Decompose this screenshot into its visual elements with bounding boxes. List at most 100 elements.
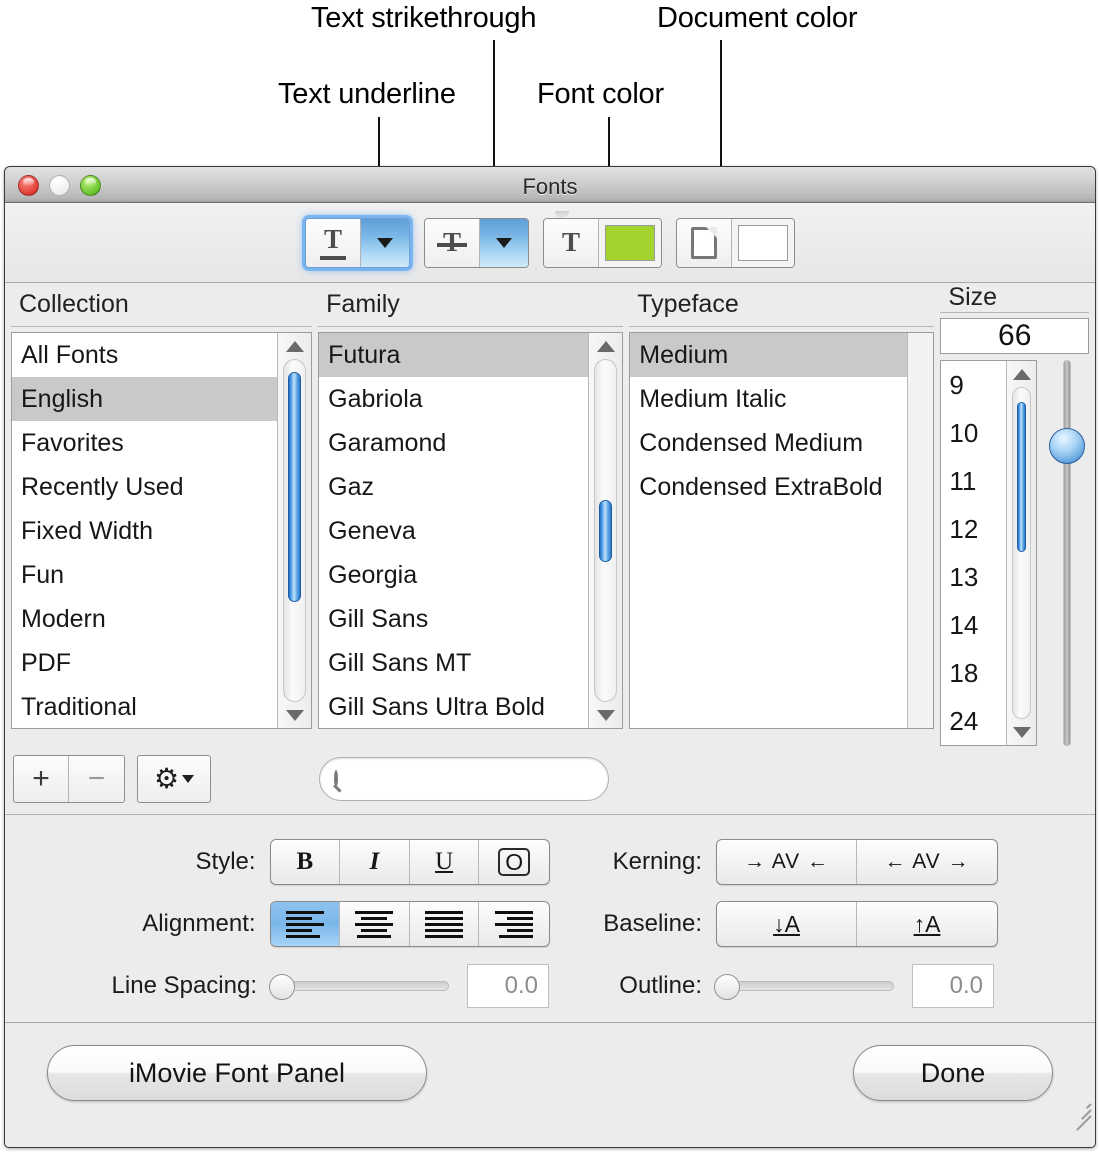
size-list-item[interactable]: 13 [941, 553, 1006, 601]
collection-scrollbar[interactable] [277, 333, 312, 728]
baseline-lower-button[interactable]: ↓A [717, 902, 857, 946]
typeface-list-item[interactable]: Medium [630, 333, 908, 377]
kerning-button-group[interactable]: → AV ← ← AV → [716, 839, 998, 885]
size-list-item[interactable]: 18 [941, 649, 1006, 697]
outline-slider[interactable] [714, 974, 894, 1000]
family-list-item[interactable]: Gill Sans MT [319, 641, 588, 685]
imovie-font-panel-button[interactable]: iMovie Font Panel [47, 1045, 427, 1101]
collection-list-item[interactable]: PDF [12, 641, 277, 685]
collection-list-item[interactable]: Favorites [12, 421, 277, 465]
collection-list-item[interactable]: All Fonts [12, 333, 277, 377]
kerning-tighten-button[interactable]: → AV ← [717, 840, 857, 884]
collection-list-item[interactable]: Fun [12, 553, 277, 597]
family-list-item[interactable]: Garamond [319, 421, 588, 465]
collection-list-item[interactable]: Recently Used [12, 465, 277, 509]
baseline-raise-button[interactable]: ↑A [857, 902, 997, 946]
collection-list-item[interactable]: Fixed Width [12, 509, 277, 553]
search-input[interactable] [346, 767, 611, 790]
line-spacing-control[interactable]: 0.0 [269, 964, 549, 1008]
italic-button[interactable]: I [340, 840, 410, 884]
collection-listbox[interactable]: All Fonts English Favorites Recently Used Fi… [11, 332, 313, 729]
size-list-item[interactable]: 10 [941, 409, 1006, 457]
align-justify-button[interactable] [410, 902, 480, 946]
size-items[interactable]: 9 10 11 12 13 14 18 24 [941, 361, 1006, 745]
strikethrough-dropdown-button[interactable] [480, 218, 528, 267]
size-scroll-thumb[interactable] [1017, 402, 1026, 552]
family-list-item[interactable]: Gill Sans [319, 597, 588, 641]
document-color-button[interactable] [676, 217, 795, 268]
window-titlebar[interactable]: Fonts [5, 167, 1095, 203]
size-list-item[interactable]: 11 [941, 457, 1006, 505]
family-scrollbar[interactable] [588, 333, 623, 728]
document-color-swatch[interactable] [738, 224, 788, 261]
line-spacing-knob[interactable] [269, 974, 295, 1000]
baseline-button-group[interactable]: ↓A ↑A [716, 901, 998, 947]
line-spacing-slider[interactable] [269, 974, 449, 1000]
text-strikethrough-button[interactable]: T [424, 217, 529, 268]
outline-knob[interactable] [714, 974, 740, 1000]
scroll-up-icon[interactable] [589, 333, 622, 359]
size-slider-track[interactable] [1063, 360, 1071, 746]
collection-scroll-thumb[interactable] [288, 372, 302, 602]
text-underline-button[interactable]: T [305, 217, 410, 268]
outline-button[interactable]: O [479, 840, 549, 884]
font-color-swatch[interactable] [605, 224, 655, 261]
typeface-list-item[interactable]: Condensed ExtraBold [630, 465, 907, 509]
scroll-up-icon[interactable] [1007, 361, 1036, 387]
size-slider-knob[interactable] [1049, 428, 1085, 464]
typeface-items[interactable]: Medium Medium Italic Condensed Medium Conde… [630, 333, 908, 728]
remove-collection-button[interactable]: − [69, 756, 124, 802]
add-remove-group[interactable]: + − [13, 754, 125, 803]
font-color-swatch-cell[interactable] [599, 218, 661, 267]
actions-gear-button[interactable]: ⚙ [137, 754, 211, 803]
size-list-item[interactable]: 9 [941, 361, 1006, 409]
family-scroll-thumb[interactable] [599, 500, 613, 562]
family-list-item[interactable]: Geneva [319, 509, 588, 553]
bold-button[interactable]: B [271, 840, 341, 884]
typeface-listbox[interactable]: Medium Medium Italic Condensed Medium Conde… [629, 332, 935, 729]
size-scroll-track[interactable] [1012, 387, 1031, 719]
size-list-item[interactable]: 24 [941, 697, 1006, 745]
collection-list-item[interactable]: Traditional [12, 685, 277, 728]
size-list-item[interactable]: 14 [941, 601, 1006, 649]
toolbar-dimple[interactable] [555, 211, 569, 218]
collection-list-item[interactable]: Modern [12, 597, 277, 641]
family-list-item[interactable]: Futura [319, 333, 589, 377]
font-color-button[interactable]: T [543, 217, 662, 268]
outline-control[interactable]: 0.0 [714, 964, 994, 1008]
size-list-item[interactable]: 12 [941, 505, 1006, 553]
outline-value[interactable]: 0.0 [912, 964, 994, 1008]
scroll-down-icon[interactable] [1007, 719, 1036, 745]
add-collection-button[interactable]: + [14, 755, 69, 802]
search-field[interactable] [319, 756, 611, 801]
size-scrollbar[interactable] [1006, 361, 1036, 745]
family-list-item[interactable]: Georgia [319, 553, 588, 597]
style-button-group[interactable]: B I U O [269, 839, 550, 885]
line-spacing-value[interactable]: 0.0 [467, 964, 549, 1008]
underline-dropdown-button[interactable] [361, 218, 409, 267]
collection-items[interactable]: All Fonts English Favorites Recently Used Fi… [12, 333, 278, 728]
size-input[interactable]: 66 [940, 318, 1089, 354]
typeface-scrollbar[interactable] [907, 333, 934, 728]
collection-list-item[interactable]: English [12, 377, 278, 421]
collection-scroll-track[interactable] [283, 359, 307, 702]
family-list-item[interactable]: Gabriola [319, 377, 588, 421]
family-scroll-track[interactable] [594, 359, 618, 702]
typeface-list-item[interactable]: Medium Italic [630, 377, 907, 421]
align-center-button[interactable] [340, 902, 410, 946]
scroll-down-icon[interactable] [589, 702, 622, 728]
align-right-button[interactable] [479, 902, 549, 946]
underline-button[interactable]: U [410, 840, 480, 884]
family-list-item[interactable]: Gill Sans Ultra Bold [319, 685, 588, 728]
resize-grip[interactable] [1069, 1098, 1092, 1131]
kerning-loosen-button[interactable]: ← AV → [857, 840, 997, 884]
document-color-swatch-cell[interactable] [732, 218, 794, 267]
align-left-button[interactable] [270, 902, 341, 946]
scroll-down-icon[interactable] [278, 702, 311, 728]
typeface-list-item[interactable]: Condensed Medium [630, 421, 907, 465]
size-slider[interactable] [1045, 360, 1089, 746]
alignment-button-group[interactable] [269, 901, 550, 947]
size-listbox[interactable]: 9 10 11 12 13 14 18 24 [940, 360, 1037, 746]
scroll-up-icon[interactable] [278, 333, 311, 359]
family-items[interactable]: Futura Gabriola Garamond Gaz Geneva Georgia Gi… [319, 333, 589, 728]
